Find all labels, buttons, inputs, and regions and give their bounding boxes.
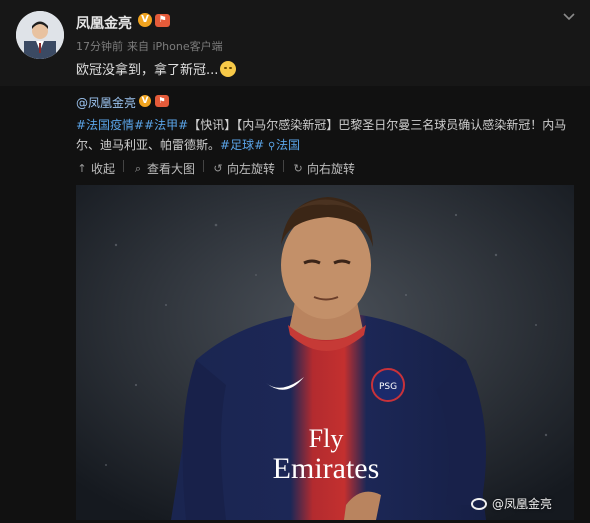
shirt-sponsor-line1: Fly	[309, 424, 344, 453]
post-text-content: 欧冠没拿到，拿了新冠...	[76, 63, 219, 78]
shirt-sponsor-line2: Emirates	[273, 452, 380, 485]
post-source: 来自 iPhone客户端	[127, 40, 223, 53]
watermark: @凤凰金亮	[470, 495, 552, 512]
divider	[283, 160, 285, 172]
repost-verified-badge: V	[139, 95, 151, 107]
level-badge: ⚑	[155, 14, 170, 27]
player-photo: PSG Fly Emirates	[76, 185, 574, 520]
rotate-left-button[interactable]: ↺ 向左旋转	[212, 160, 275, 177]
hashtag-football[interactable]: #足球#	[220, 138, 264, 152]
magnify-icon: ⌕	[134, 161, 142, 175]
view-large-button[interactable]: ⌕ 查看大图	[132, 160, 195, 177]
shirt-badge-text: PSG	[379, 382, 397, 392]
author-name[interactable]: 凤凰金亮	[76, 13, 132, 33]
watermark-text: @凤凰金亮	[491, 497, 552, 511]
repost-author[interactable]: @凤凰金亮	[76, 94, 136, 111]
hashtag-ligue1[interactable]: #法甲#	[144, 118, 188, 132]
arrow-up-icon: ↑	[77, 161, 87, 175]
location-pin-icon: ⚲	[267, 141, 276, 152]
verified-badge: V	[138, 13, 152, 27]
rotate-left-icon: ↺	[213, 161, 223, 175]
rotate-right-icon: ↻	[293, 161, 303, 175]
collapse-label: 收起	[91, 162, 116, 176]
post-time[interactable]: 17分钟前	[76, 40, 123, 53]
rotate-right-button[interactable]: ↻ 向右旋转	[292, 160, 355, 177]
repost-card: @凤凰金亮 V ⚑ #法国疫情##法甲#【快讯】【内马尔感染新冠】巴黎圣日尔曼三…	[0, 86, 590, 523]
repost-level-badge: ⚑	[155, 95, 169, 107]
repost-text: #法国疫情##法甲#【快讯】【内马尔感染新冠】巴黎圣日尔曼三名球员确认感染新冠！…	[76, 115, 576, 155]
rotate-left-label: 向左旋转	[227, 162, 276, 176]
image-actions: ↑ 收起 ⌕ 查看大图 ↺ 向左旋转 ↻ 向右旋转	[76, 160, 359, 177]
avatar[interactable]	[16, 11, 64, 59]
divider	[123, 160, 125, 172]
post-meta: 17分钟前 来自 iPhone客户端	[76, 38, 227, 54]
divider	[203, 160, 205, 172]
chevron-down-icon[interactable]	[562, 8, 576, 22]
sweat-emoji-icon	[220, 61, 237, 77]
location-label: 法国	[275, 138, 300, 152]
weibo-post: 凤凰金亮 V ⚑ 17分钟前 来自 iPhone客户端 欧冠没拿到，拿了新冠...…	[0, 0, 590, 523]
rotate-right-label: 向右旋转	[307, 162, 356, 176]
weibo-logo-icon	[470, 497, 487, 510]
hashtag-france-epidemic[interactable]: #法国疫情#	[76, 118, 144, 132]
post-text: 欧冠没拿到，拿了新冠...	[76, 59, 237, 78]
view-large-label: 查看大图	[147, 162, 196, 176]
post-photo[interactable]: PSG Fly Emirates @凤凰金亮	[76, 185, 574, 520]
collapse-button[interactable]: ↑ 收起	[76, 160, 115, 177]
location-link[interactable]: ⚲法国	[268, 138, 300, 152]
